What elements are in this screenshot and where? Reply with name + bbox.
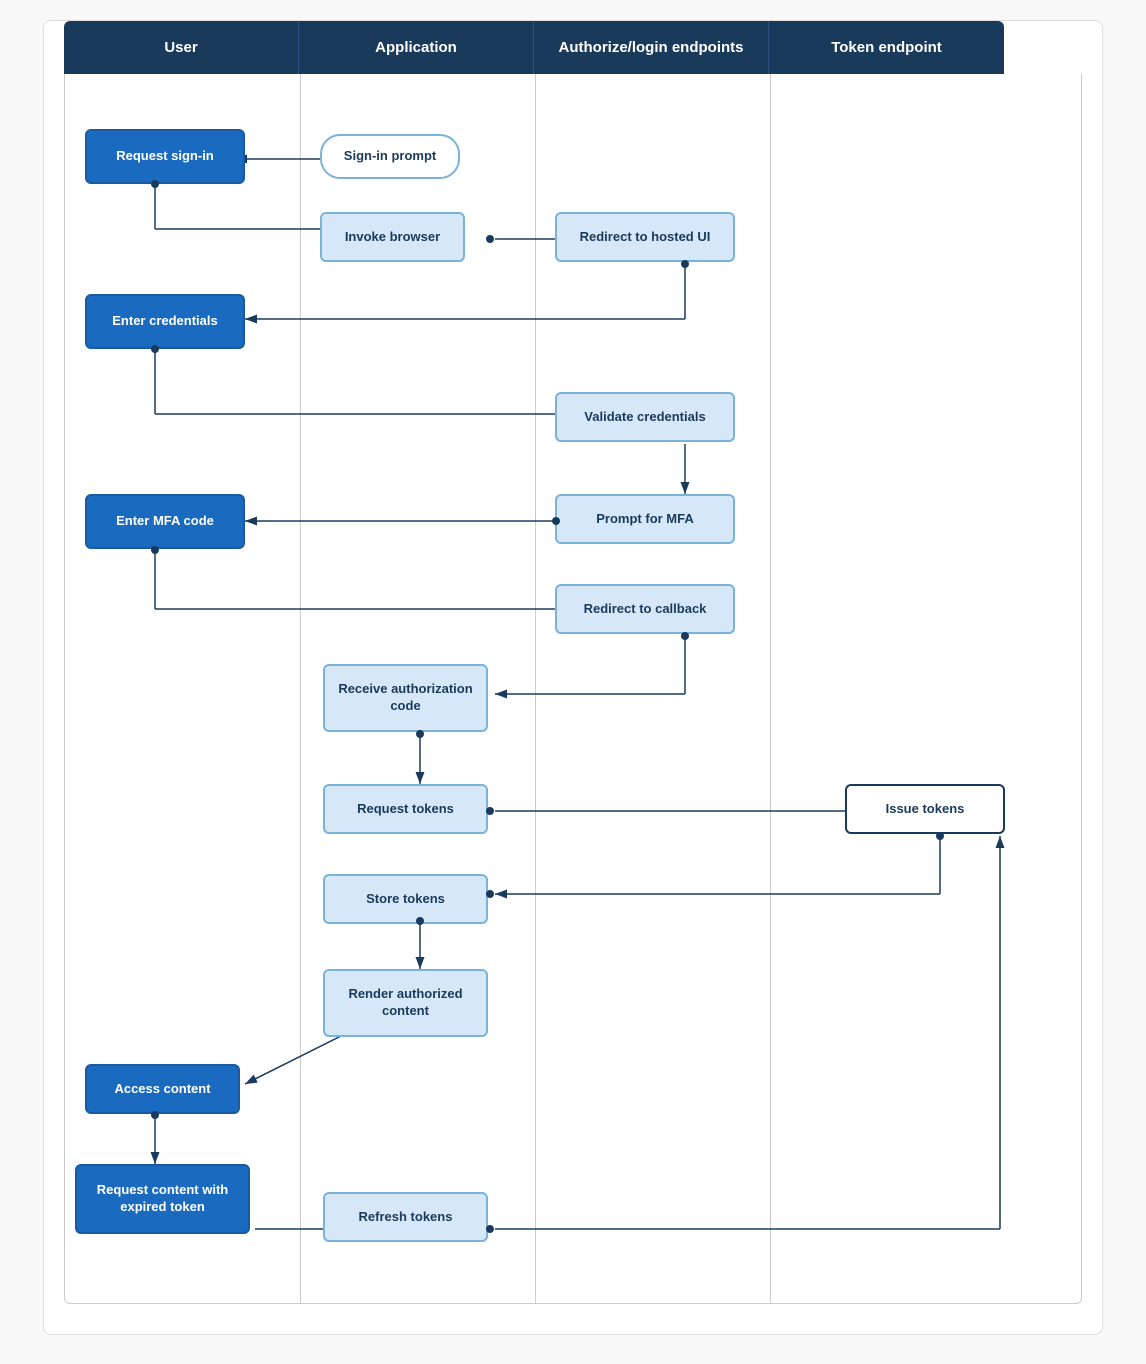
lane-div-3 [770,74,771,1303]
request-tokens-box: Request tokens [323,784,488,834]
prompt-mfa-box: Prompt for MFA [555,494,735,544]
diagram-area: Request sign-in Sign-in prompt Invoke br… [64,74,1082,1304]
dot-store-tokens [486,890,494,898]
dot-request-signin [151,180,159,188]
invoke-browser-box: Invoke browser [320,212,465,262]
dot-refresh-tokens [486,1225,494,1233]
store-tokens-box: Store tokens [323,874,488,924]
dot-store-tokens-bottom [416,917,424,925]
redirect-callback-box: Redirect to callback [555,584,735,634]
request-expired-box: Request content with expired token [75,1164,250,1234]
dot-issue-tokens [936,832,944,840]
receive-auth-code-box: Receive authorization code [323,664,488,732]
dot-access-content [151,1111,159,1119]
lane-div-1 [300,74,301,1303]
redirect-hosted-ui-box: Redirect to hosted UI [555,212,735,262]
validate-credentials-box: Validate credentials [555,392,735,442]
enter-credentials-box: Enter credentials [85,294,245,349]
access-content-box: Access content [85,1064,240,1114]
dot-redirect-hosted [681,260,689,268]
header-row: User Application Authorize/login endpoin… [64,21,1082,74]
header-token: Token endpoint [769,21,1004,74]
diagram-wrapper: User Application Authorize/login endpoin… [43,20,1103,1335]
dot-prompt-mfa [552,517,560,525]
dot-redirect-callback [681,632,689,640]
render-authorized-box: Render authorized content [323,969,488,1037]
dot-invoke-browser [486,235,494,243]
header-application: Application [299,21,534,74]
dot-enter-mfa [151,546,159,554]
request-signin-box: Request sign-in [85,129,245,184]
refresh-tokens-box: Refresh tokens [323,1192,488,1242]
dot-receive-auth-code [416,730,424,738]
header-user: User [64,21,299,74]
dot-request-tokens [486,807,494,815]
enter-mfa-box: Enter MFA code [85,494,245,549]
issue-tokens-box: Issue tokens [845,784,1005,834]
dot-enter-credentials [151,345,159,353]
lane-div-2 [535,74,536,1303]
signin-prompt-box: Sign-in prompt [320,134,460,179]
header-authorize: Authorize/login endpoints [534,21,769,74]
